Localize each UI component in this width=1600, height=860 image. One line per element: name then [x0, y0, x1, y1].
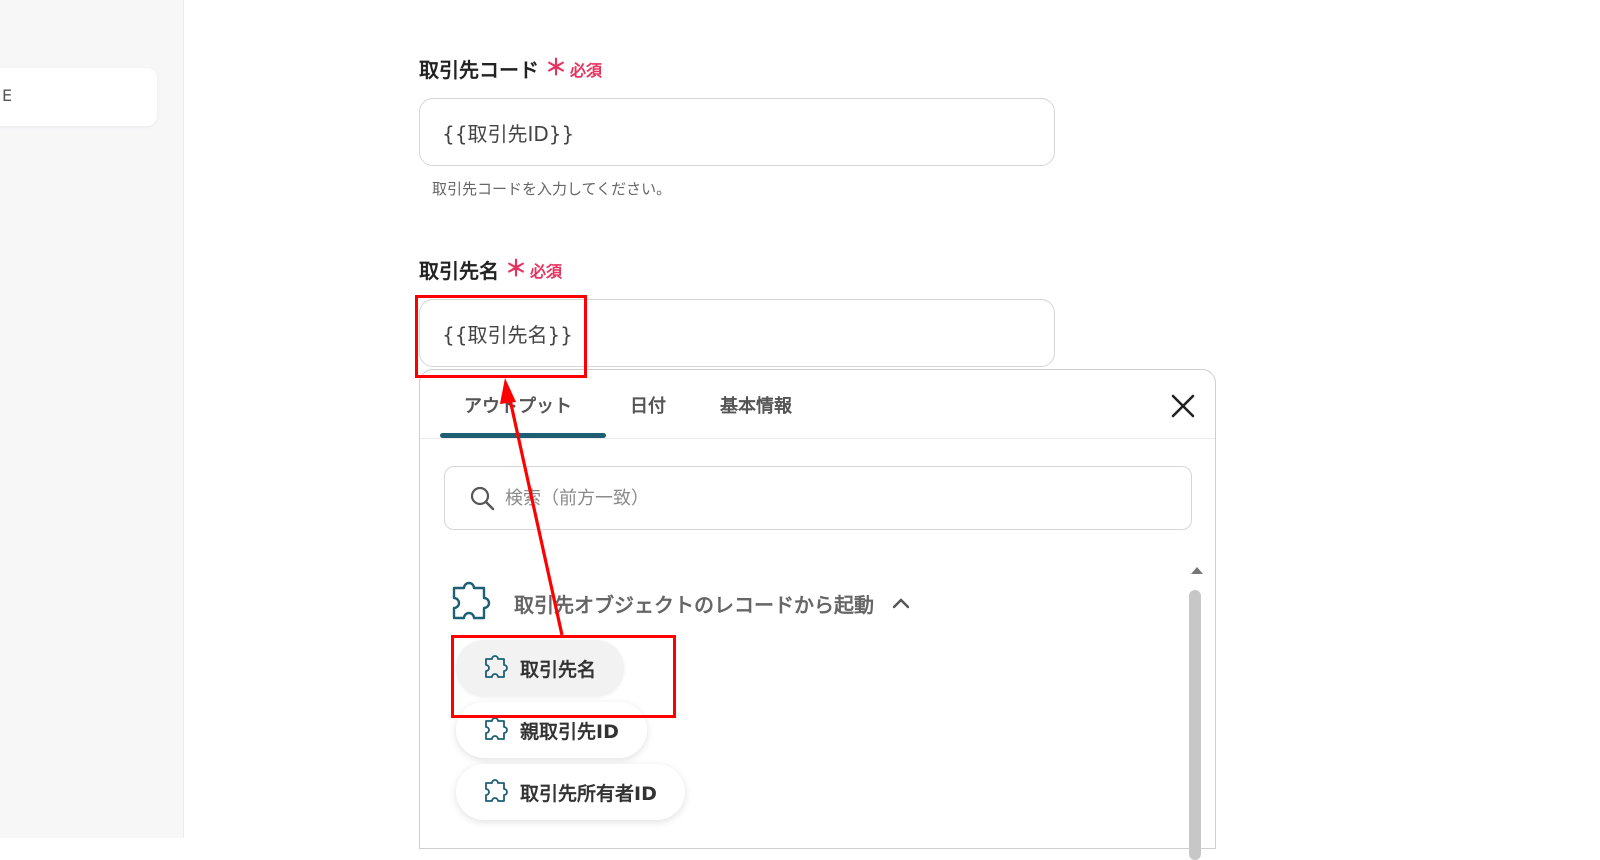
field-label-code: 取引先コード ＊ 必須	[419, 54, 602, 83]
required-indicator: ＊ 必須	[505, 258, 562, 282]
search-input[interactable]	[503, 486, 1107, 510]
highlight-box-input	[415, 295, 587, 378]
tab-output[interactable]: アウトプット	[464, 392, 572, 418]
puzzle-icon	[485, 779, 508, 802]
required-asterisk-icon: ＊	[545, 55, 568, 81]
field-label-text: 取引先コード	[419, 58, 539, 82]
sidebar-item-label: E	[2, 86, 13, 105]
tab-date[interactable]: 日付	[630, 392, 666, 418]
group-header[interactable]: 取引先オブジェクトのレコードから起動	[444, 580, 910, 626]
search-icon	[470, 486, 495, 511]
scroll-up-arrow-icon[interactable]	[1190, 560, 1204, 579]
required-indicator: ＊ 必須	[545, 57, 602, 81]
close-button[interactable]	[1165, 388, 1201, 424]
required-text: 必須	[570, 60, 603, 80]
sidebar: E	[0, 0, 184, 838]
tab-bar: アウトプット 日付 基本情報	[420, 370, 1215, 439]
active-tab-indicator	[440, 433, 606, 438]
field-label-text: 取引先名	[419, 259, 499, 283]
puzzle-icon	[452, 581, 491, 620]
field-label-name: 取引先名 ＊ 必須	[419, 255, 562, 284]
code-help-text: 取引先コードを入力してください。	[432, 180, 672, 198]
required-text: 必須	[530, 261, 563, 281]
close-icon	[1171, 394, 1195, 418]
tab-basic-info[interactable]: 基本情報	[720, 392, 792, 418]
output-item-label: 親取引先ID	[520, 720, 619, 743]
output-item-label: 取引先所有者ID	[520, 782, 657, 805]
group-title: 取引先オブジェクトのレコードから起動	[514, 592, 874, 617]
sidebar-item[interactable]: E	[0, 68, 157, 126]
chevron-up-icon[interactable]	[892, 597, 910, 609]
code-input-value: {{取引先ID}}	[442, 121, 575, 146]
required-asterisk-icon: ＊	[505, 256, 528, 282]
code-input[interactable]: {{取引先ID}}	[419, 98, 1055, 166]
scrollbar-thumb[interactable]	[1189, 590, 1201, 860]
puzzle-icon	[485, 717, 508, 740]
output-item-owner-id[interactable]: 取引先所有者ID	[456, 764, 685, 820]
variable-picker-panel: アウトプット 日付 基本情報 取引先オブジェクトのレコードから起動 取引先名	[419, 369, 1216, 860]
search-field[interactable]	[444, 466, 1192, 530]
highlight-box-item	[451, 635, 676, 718]
